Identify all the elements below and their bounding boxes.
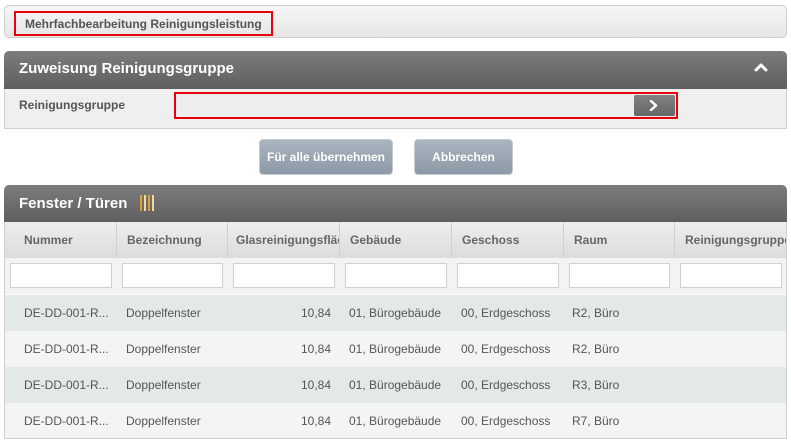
column-header-row: Nummer Bezeichnung Glasreinigungsfläche … [5, 222, 786, 258]
table-cell: 01, Bürogebäude [349, 378, 442, 392]
table-cell [684, 331, 784, 367]
table-cell: R7, Büro [572, 414, 620, 428]
table-cell: 01, Bürogebäude [349, 306, 442, 320]
column-header-bezeichnung[interactable]: Bezeichnung [117, 222, 228, 258]
column-header-geschoss[interactable]: Geschoss [452, 222, 564, 258]
filter-input-gebaeude[interactable] [345, 263, 447, 288]
assign-panel-body: Reinigungsgruppe [4, 89, 787, 129]
page-title: Mehrfachbearbeitung Reinigungsleistung [14, 11, 273, 36]
table-cell: 00, Erdgeschoss [461, 414, 551, 428]
table-cell [684, 367, 784, 403]
column-header-nummer[interactable]: Nummer [5, 222, 117, 258]
filter-input-geschoss[interactable] [457, 263, 559, 288]
table-cell: Doppelfenster [126, 306, 201, 320]
table-cell: R2, Büro [572, 306, 620, 320]
table-cell: 10,84 [300, 378, 331, 392]
table-cell: 00, Erdgeschoss [461, 342, 551, 356]
table-cell: Doppelfenster [126, 342, 201, 356]
table-cell: 10,84 [300, 306, 331, 320]
table-cell: DE-DD-001-R... [24, 342, 109, 356]
chevron-up-icon[interactable] [753, 59, 769, 75]
table-cell: Doppelfenster [126, 414, 201, 428]
top-bar: Mehrfachbearbeitung Reinigungsleistung [4, 5, 787, 38]
chevron-right-icon [649, 100, 658, 111]
table-row[interactable]: DE-DD-001-R... Doppelfenster 10,84 01, Büro… [5, 403, 786, 438]
assign-panel-header[interactable]: Zuweisung Reinigungsgruppe [4, 51, 787, 89]
table-cell: R3, Büro [572, 378, 620, 392]
table-cell: 01, Bürogebäude [349, 342, 442, 356]
table-cell: 10,84 [300, 342, 331, 356]
column-header-reinigungsgruppe[interactable]: Reinigungsgruppe [675, 222, 786, 258]
table-cell: Doppelfenster [126, 378, 201, 392]
table-cell: 10,84 [300, 414, 331, 428]
assign-panel-title: Zuweisung Reinigungsgruppe [19, 60, 234, 77]
cancel-button[interactable]: Abbrechen [414, 139, 513, 175]
column-header-gebaeude[interactable]: Gebäude [340, 222, 452, 258]
table-cell: 00, Erdgeschoss [461, 306, 551, 320]
reinigungsgruppe-field [174, 92, 678, 119]
table-row[interactable]: DE-DD-001-R... Doppelfenster 10,84 01, Büro… [5, 367, 786, 403]
table-cell: DE-DD-001-R... [24, 378, 109, 392]
filter-input-bezeichnung[interactable] [122, 263, 223, 288]
reinigungsgruppe-label: Reinigungsgruppe [19, 98, 125, 112]
apply-to-all-button[interactable]: Für alle übernehmen [259, 139, 393, 175]
filter-input-reinigungsgruppe[interactable] [680, 263, 782, 288]
filter-input-glasreinigungsflaeche[interactable] [233, 263, 335, 288]
filter-row [5, 258, 786, 294]
column-header-raum[interactable]: Raum [564, 222, 675, 258]
column-header-glasreinigungsflaeche[interactable]: Glasreinigungsfläche [228, 222, 340, 258]
filter-input-raum[interactable] [569, 263, 670, 288]
table-cell [684, 295, 784, 331]
table-cell: DE-DD-001-R... [24, 414, 109, 428]
column-chooser-icon[interactable] [139, 195, 157, 215]
table-cell: DE-DD-001-R... [24, 306, 109, 320]
data-grid: Nummer Bezeichnung Glasreinigungsfläche … [4, 222, 787, 439]
grid-title: Fenster / Türen [19, 195, 128, 212]
table-cell [684, 403, 784, 438]
reinigungsgruppe-input[interactable] [177, 95, 633, 116]
table-row[interactable]: DE-DD-001-R... Doppelfenster 10,84 01, Büro… [5, 331, 786, 367]
table-cell: 00, Erdgeschoss [461, 378, 551, 392]
table-row[interactable]: DE-DD-001-R... Doppelfenster 10,84 01, Büro… [5, 295, 786, 331]
open-picker-button[interactable] [634, 95, 675, 116]
filter-input-nummer[interactable] [10, 263, 112, 288]
table-cell: 01, Bürogebäude [349, 414, 442, 428]
table-cell: R2, Büro [572, 342, 620, 356]
grid-header: Fenster / Türen [4, 185, 787, 222]
